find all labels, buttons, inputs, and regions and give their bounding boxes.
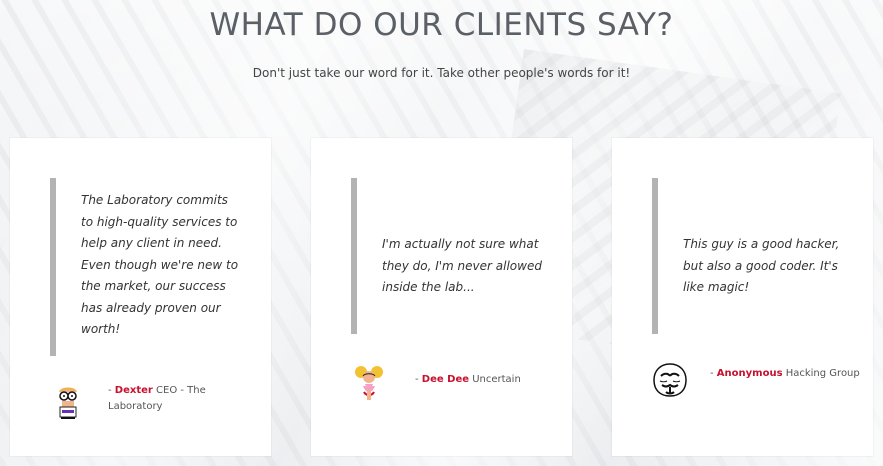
quote-bar (652, 178, 658, 334)
author-name: Anonymous (716, 368, 783, 379)
section-title: WHAT DO OUR CLIENTS SAY? (209, 7, 674, 43)
testimonial-author: - Dexter CEO - The Laboratory (46, 378, 266, 422)
testimonial-quote: I'm actually not sure what they do, I'm … (382, 237, 542, 294)
testimonial-cards: The Laboratory commits to high-quality s… (0, 138, 883, 456)
author-meta: - Dexter CEO - The Laboratory (108, 383, 258, 415)
testimonial-card: This guy is a good hacker, but also a go… (612, 138, 873, 456)
dexter-avatar-icon (46, 378, 90, 422)
testimonial-author: - Dee Dee Uncertain (347, 360, 567, 404)
author-role: Uncertain (472, 374, 521, 385)
quote-bar (50, 178, 56, 356)
author-prefix: - (108, 385, 115, 396)
testimonial-card: The Laboratory commits to high-quality s… (10, 138, 271, 456)
testimonial-card: I'm actually not sure what they do, I'm … (311, 138, 572, 456)
section-subtitle: Don't just take our word for it. Take ot… (252, 66, 631, 80)
author-role: Hacking Group (785, 368, 860, 379)
quote-bar (351, 178, 357, 334)
dee-dee-avatar-icon (347, 360, 391, 404)
testimonial-quote: This guy is a good hacker, but also a go… (683, 237, 840, 294)
testimonial-author: - Anonymous Hacking Group (648, 358, 868, 402)
author-prefix: - (415, 374, 422, 385)
author-name: Dee Dee (421, 374, 470, 385)
testimonials-header: WHAT DO OUR CLIENTS SAY? Don't just take… (0, 0, 883, 80)
author-meta: - Dee Dee Uncertain (415, 372, 565, 388)
author-name: Dexter (114, 385, 153, 396)
anonymous-mask-avatar-icon (648, 358, 692, 402)
testimonial-quote: The Laboratory commits to high-quality s… (81, 193, 239, 336)
author-prefix: - (710, 368, 717, 379)
author-meta: - Anonymous Hacking Group (710, 366, 860, 382)
